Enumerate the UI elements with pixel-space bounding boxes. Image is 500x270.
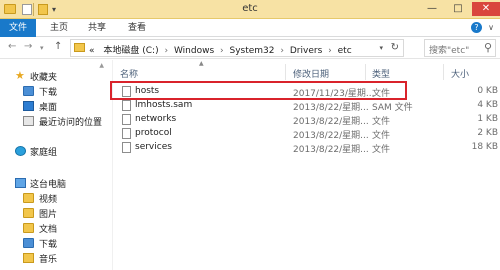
ribbon-tabs: 文件 主页 共享 查看 ∨ ? bbox=[0, 19, 500, 37]
tab-view[interactable]: 查看 bbox=[120, 19, 154, 37]
address-bar[interactable]: « 本地磁盘 (C:) › Windows › System32 › Drive… bbox=[70, 39, 404, 57]
nav-item-music[interactable]: 音乐 bbox=[0, 251, 112, 266]
tab-file[interactable]: 文件 bbox=[0, 19, 36, 37]
file-row-networks[interactable]: networks 2013/8/22/星期... 文件 1 KB bbox=[113, 113, 500, 127]
breadcrumb-overflow[interactable]: « bbox=[89, 46, 95, 56]
recent-places-icon bbox=[23, 116, 34, 126]
column-header-size[interactable]: 大小 bbox=[451, 67, 469, 80]
breadcrumb-item-system32[interactable]: System32 bbox=[230, 46, 275, 56]
breadcrumb: « 本地磁盘 (C:) › Windows › System32 › Drive… bbox=[89, 43, 352, 56]
file-row-services[interactable]: services 2013/8/22/星期... 文件 18 KB bbox=[113, 141, 500, 155]
this-pc-icon bbox=[15, 178, 26, 188]
music-folder-icon bbox=[23, 253, 34, 263]
minimize-button[interactable]: — bbox=[420, 2, 444, 16]
back-button[interactable]: ← bbox=[8, 41, 16, 52]
desktop-icon bbox=[23, 101, 34, 111]
pictures-folder-icon bbox=[23, 208, 34, 218]
column-header-type[interactable]: 类型 bbox=[372, 67, 390, 80]
star-icon: ★ bbox=[15, 69, 25, 82]
nav-item-pictures[interactable]: 图片 bbox=[0, 206, 112, 221]
file-row-lmhosts[interactable]: lmhosts.sam 2013/8/22/星期... SAM 文件 4 KB bbox=[113, 99, 500, 113]
breadcrumb-item-etc[interactable]: etc bbox=[338, 46, 352, 56]
sort-ascending-icon: ▲ bbox=[199, 60, 204, 67]
file-icon bbox=[122, 86, 131, 97]
file-icon bbox=[122, 128, 131, 139]
breadcrumb-separator[interactable]: › bbox=[220, 46, 224, 56]
file-icon bbox=[122, 100, 131, 111]
navigation-pane: ▲ ★ 收藏夹 下载 桌面 最近访问的位置 家庭组 这台电脑 视频 图片 文档 … bbox=[0, 60, 112, 270]
column-separator[interactable] bbox=[285, 64, 286, 80]
tab-home[interactable]: 主页 bbox=[42, 19, 76, 37]
breadcrumb-separator[interactable]: › bbox=[164, 46, 168, 56]
breadcrumb-item-windows[interactable]: Windows bbox=[174, 46, 214, 56]
file-icon bbox=[122, 142, 131, 153]
tab-share[interactable]: 共享 bbox=[80, 19, 114, 37]
folder-icon bbox=[74, 43, 85, 52]
column-separator[interactable] bbox=[365, 64, 366, 80]
file-icon bbox=[122, 114, 131, 125]
documents-folder-icon bbox=[23, 223, 34, 233]
breadcrumb-separator[interactable]: › bbox=[328, 46, 332, 56]
column-separator[interactable] bbox=[443, 64, 444, 80]
maximize-button[interactable]: □ bbox=[446, 2, 470, 16]
title-bar: ▾ etc — □ ✕ bbox=[0, 0, 500, 19]
close-button[interactable]: ✕ bbox=[472, 2, 500, 16]
expand-ribbon-icon[interactable]: ∨ bbox=[488, 23, 494, 32]
search-icon[interactable]: ⚲ bbox=[484, 41, 492, 54]
download-folder-icon bbox=[23, 238, 34, 248]
nav-item-favorites[interactable]: ★ 收藏夹 bbox=[0, 69, 112, 84]
breadcrumb-separator[interactable]: › bbox=[280, 46, 284, 56]
up-button[interactable]: ↑ bbox=[54, 41, 62, 52]
nav-item-homegroup[interactable]: 家庭组 bbox=[0, 144, 112, 159]
nav-item-desktop[interactable]: 桌面 bbox=[0, 99, 112, 114]
file-row-protocol[interactable]: protocol 2013/8/22/星期... 文件 2 KB bbox=[113, 127, 500, 141]
address-dropdown-icon[interactable]: ▾ bbox=[379, 44, 383, 52]
file-list: ▲ 名称 修改日期 类型 大小 hosts 2017/11/23/星期... 文… bbox=[113, 60, 500, 270]
column-header-date[interactable]: 修改日期 bbox=[293, 67, 329, 80]
help-icon[interactable]: ? bbox=[471, 22, 482, 33]
breadcrumb-item-drivers[interactable]: Drivers bbox=[290, 46, 322, 56]
search-box[interactable]: 搜索"etc" ⚲ bbox=[424, 39, 496, 57]
nav-item-this-pc[interactable]: 这台电脑 bbox=[0, 176, 112, 191]
breadcrumb-item-local-disk[interactable]: 本地磁盘 (C:) bbox=[103, 46, 158, 56]
nav-item-documents[interactable]: 文档 bbox=[0, 221, 112, 236]
homegroup-icon bbox=[15, 146, 26, 156]
recent-locations-dropdown[interactable]: ▾ bbox=[40, 44, 44, 52]
scroll-up-icon[interactable]: ▲ bbox=[99, 62, 104, 69]
address-row: ← → ▾ ↑ « 本地磁盘 (C:) › Windows › System32… bbox=[0, 37, 500, 59]
search-input[interactable]: 搜索"etc" bbox=[429, 43, 469, 56]
forward-button[interactable]: → bbox=[24, 41, 32, 52]
column-header-name[interactable]: 名称 bbox=[120, 67, 138, 80]
nav-item-downloads[interactable]: 下载 bbox=[0, 84, 112, 99]
file-row-hosts[interactable]: hosts 2017/11/23/星期... 文件 0 KB bbox=[113, 85, 500, 99]
refresh-icon[interactable]: ↻ bbox=[391, 42, 399, 53]
download-folder-icon bbox=[23, 86, 34, 96]
nav-item-recent-places[interactable]: 最近访问的位置 bbox=[0, 114, 112, 129]
nav-item-videos[interactable]: 视频 bbox=[0, 191, 112, 206]
nav-item-downloads-pc[interactable]: 下载 bbox=[0, 236, 112, 251]
videos-folder-icon bbox=[23, 193, 34, 203]
